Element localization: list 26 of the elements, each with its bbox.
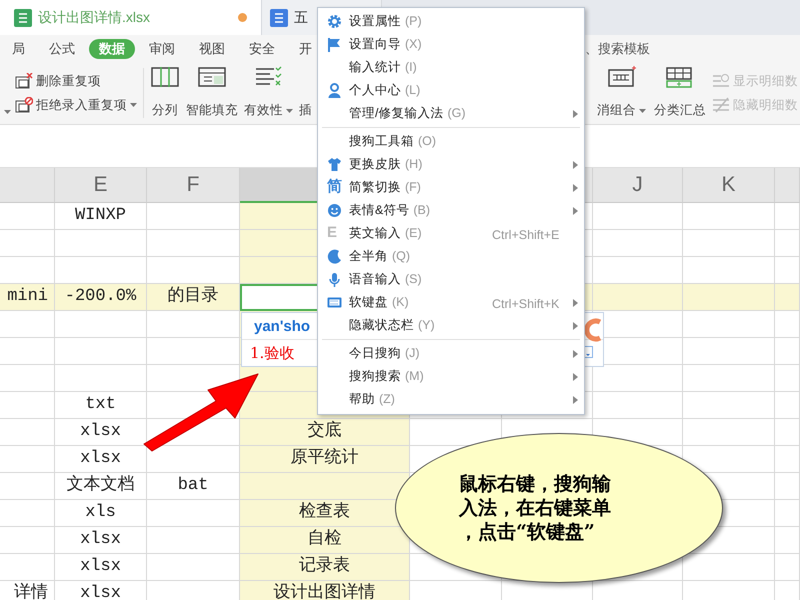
table-cell: -200.0%	[55, 284, 147, 311]
glyph-icon: E	[327, 224, 338, 242]
table-cell: xls	[55, 500, 147, 527]
table-cell: 文本文档	[55, 473, 147, 500]
shortcut-text: Ctrl+Shift+E	[492, 227, 560, 244]
table-cell: 自检	[240, 527, 410, 554]
table-cell: 详情	[0, 581, 55, 600]
table-cell: WINXP	[55, 203, 147, 230]
tab-title: 设计出图详情.xlsx	[38, 8, 150, 27]
pinyin-text: yan'sho	[254, 318, 310, 335]
table-cell: txt	[55, 392, 147, 419]
glyph-icon: 简	[327, 178, 342, 196]
callout-text: 鼠标右键，搜狗输 入法，在右键菜单 ，点击“软键盘”	[459, 472, 612, 544]
table-cell: 原平统计	[240, 446, 410, 473]
table-cell: xlsx	[55, 527, 147, 554]
table-cell: mini	[0, 284, 55, 311]
table-cell: 记录表	[240, 554, 410, 581]
table-cell: xlsx	[55, 554, 147, 581]
shortcut-text: Ctrl+Shift+K	[492, 296, 560, 313]
table-cell: 交底	[240, 419, 410, 446]
tab-title: 五	[294, 8, 308, 27]
table-cell: xlsx	[55, 581, 147, 600]
table-cell: 的目录	[147, 284, 240, 311]
search-hint: 、搜索模板	[585, 40, 650, 58]
table-cell: xlsx	[55, 446, 147, 473]
table-cell: 设计出图详情	[240, 581, 410, 600]
